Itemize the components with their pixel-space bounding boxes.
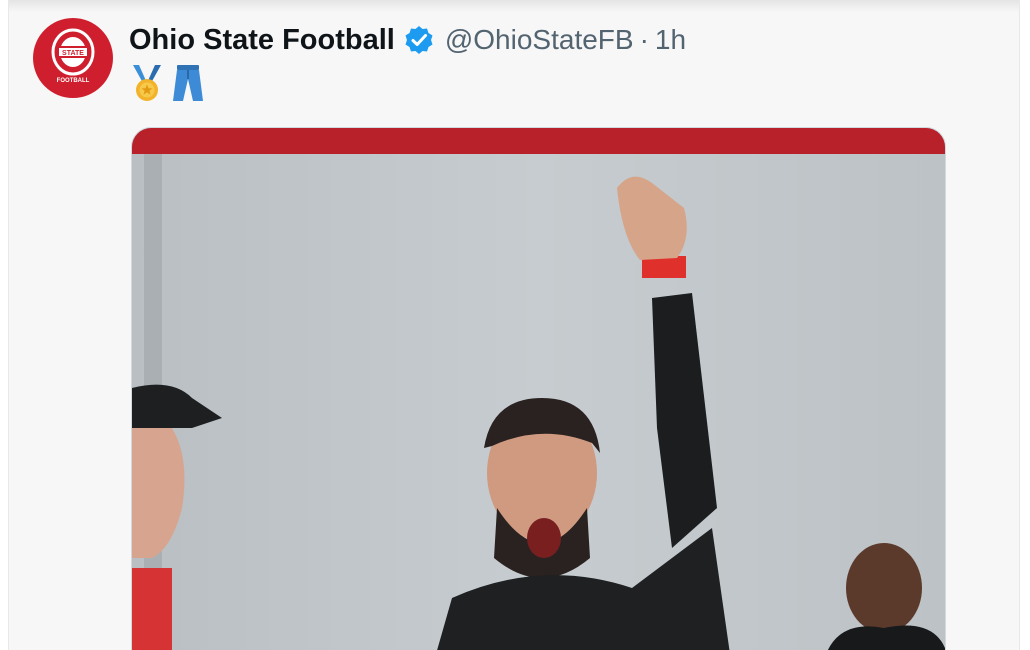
avatar[interactable]: STATE FOOTBALL	[33, 18, 113, 98]
tweet-header: Ohio State Football @OhioStateFB · 1h	[129, 20, 686, 60]
tweet-text	[129, 62, 205, 104]
author-name[interactable]: Ohio State Football	[129, 24, 395, 57]
jeans-icon	[173, 65, 203, 101]
ohio-state-logo-icon: STATE FOOTBALL	[51, 28, 95, 84]
svg-text:FOOTBALL: FOOTBALL	[57, 78, 90, 84]
tweet-media-photo[interactable]	[131, 127, 946, 650]
verified-badge-icon[interactable]	[403, 24, 435, 56]
separator-dot: ·	[639, 24, 649, 55]
author-handle[interactable]: @OhioStateFB	[445, 24, 634, 56]
tweet-card[interactable]: STATE FOOTBALL Ohio State Football @Ohio…	[8, 0, 1020, 650]
photo-image	[132, 128, 945, 650]
svg-text:STATE: STATE	[62, 50, 84, 57]
medal-icon	[133, 65, 161, 101]
timestamp[interactable]: 1h	[655, 24, 686, 56]
